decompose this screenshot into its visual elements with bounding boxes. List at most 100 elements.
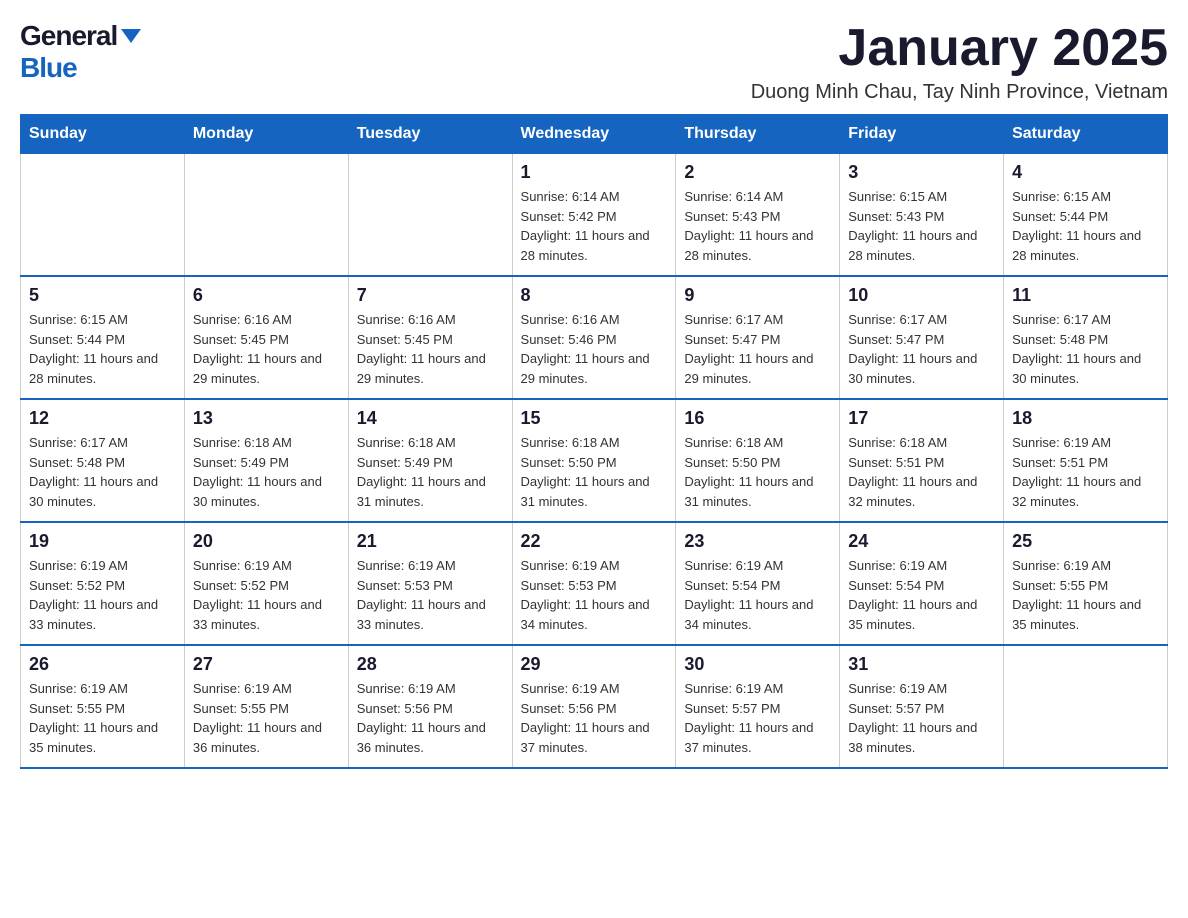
calendar-cell: 17 Sunrise: 6:18 AMSunset: 5:51 PMDayligh… xyxy=(840,399,1004,522)
location-title: Duong Minh Chau, Tay Ninh Province, Viet… xyxy=(751,81,1168,104)
logo-triangle-icon xyxy=(121,29,141,43)
day-number: 20 xyxy=(193,531,340,552)
calendar-cell: 12 Sunrise: 6:17 AMSunset: 5:48 PMDayligh… xyxy=(21,399,185,522)
calendar-cell: 13 Sunrise: 6:18 AMSunset: 5:49 PMDayligh… xyxy=(184,399,348,522)
calendar-cell: 27Sunrise: 6:19 AMSunset: 5:55 PMDayligh… xyxy=(184,645,348,768)
calendar-cell: 23 Sunrise: 6:19 AMSunset: 5:54 PMDayligh… xyxy=(676,522,840,645)
day-info: Sunrise: 6:15 AMSunset: 5:44 PMDaylight:… xyxy=(1012,187,1159,265)
day-number: 10 xyxy=(848,285,995,306)
title-area: January 2025 Duong Minh Chau, Tay Ninh P… xyxy=(751,20,1168,104)
calendar-week-3: 12 Sunrise: 6:17 AMSunset: 5:48 PMDayligh… xyxy=(21,399,1168,522)
day-number: 3 xyxy=(848,162,995,183)
day-number: 24 xyxy=(848,531,995,552)
calendar-cell xyxy=(348,154,512,277)
day-number: 17 xyxy=(848,408,995,429)
day-number: 2 xyxy=(684,162,831,183)
calendar-cell: 2Sunrise: 6:14 AMSunset: 5:43 PMDaylight… xyxy=(676,154,840,277)
day-number: 1 xyxy=(521,162,668,183)
header-tuesday: Tuesday xyxy=(348,115,512,154)
calendar-cell: 8 Sunrise: 6:16 AMSunset: 5:46 PMDaylight… xyxy=(512,276,676,399)
calendar-cell: 24 Sunrise: 6:19 AMSunset: 5:54 PMDayligh… xyxy=(840,522,1004,645)
day-number: 4 xyxy=(1012,162,1159,183)
day-number: 27 xyxy=(193,654,340,675)
day-number: 8 xyxy=(521,285,668,306)
calendar-cell: 30 Sunrise: 6:19 AMSunset: 5:57 PMDayligh… xyxy=(676,645,840,768)
day-number: 5 xyxy=(29,285,176,306)
day-info: Sunrise: 6:16 AMSunset: 5:45 PMDaylight:… xyxy=(193,310,340,388)
calendar-cell: 28 Sunrise: 6:19 AMSunset: 5:56 PMDayligh… xyxy=(348,645,512,768)
day-number: 6 xyxy=(193,285,340,306)
header-sunday: Sunday xyxy=(21,115,185,154)
day-info: Sunrise: 6:17 AMSunset: 5:48 PMDaylight:… xyxy=(29,433,176,511)
header-saturday: Saturday xyxy=(1004,115,1168,154)
calendar-cell: 16 Sunrise: 6:18 AMSunset: 5:50 PMDayligh… xyxy=(676,399,840,522)
calendar-cell: 3 Sunrise: 6:15 AMSunset: 5:43 PMDaylight… xyxy=(840,154,1004,277)
calendar-cell xyxy=(1004,645,1168,768)
calendar-header-row: SundayMondayTuesdayWednesdayThursdayFrid… xyxy=(21,115,1168,154)
day-info: Sunrise: 6:19 AMSunset: 5:52 PMDaylight:… xyxy=(193,556,340,634)
day-info: Sunrise: 6:15 AMSunset: 5:43 PMDaylight:… xyxy=(848,187,995,265)
day-info: Sunrise: 6:19 AMSunset: 5:57 PMDaylight:… xyxy=(848,679,995,757)
day-info: Sunrise: 6:19 AMSunset: 5:57 PMDaylight:… xyxy=(684,679,831,757)
day-info: Sunrise: 6:18 AMSunset: 5:50 PMDaylight:… xyxy=(684,433,831,511)
day-number: 22 xyxy=(521,531,668,552)
day-number: 16 xyxy=(684,408,831,429)
day-info: Sunrise: 6:19 AMSunset: 5:54 PMDaylight:… xyxy=(684,556,831,634)
calendar-cell: 6 Sunrise: 6:16 AMSunset: 5:45 PMDaylight… xyxy=(184,276,348,399)
day-info: Sunrise: 6:18 AMSunset: 5:51 PMDaylight:… xyxy=(848,433,995,511)
day-info: Sunrise: 6:16 AMSunset: 5:46 PMDaylight:… xyxy=(521,310,668,388)
day-number: 13 xyxy=(193,408,340,429)
day-number: 21 xyxy=(357,531,504,552)
day-info: Sunrise: 6:19 AMSunset: 5:51 PMDaylight:… xyxy=(1012,433,1159,511)
day-info: Sunrise: 6:16 AMSunset: 5:45 PMDaylight:… xyxy=(357,310,504,388)
day-number: 31 xyxy=(848,654,995,675)
calendar-cell: 18 Sunrise: 6:19 AMSunset: 5:51 PMDayligh… xyxy=(1004,399,1168,522)
day-info: Sunrise: 6:19 AMSunset: 5:53 PMDaylight:… xyxy=(521,556,668,634)
calendar-cell: 14 Sunrise: 6:18 AMSunset: 5:49 PMDayligh… xyxy=(348,399,512,522)
calendar-cell xyxy=(184,154,348,277)
calendar-table: SundayMondayTuesdayWednesdayThursdayFrid… xyxy=(20,114,1168,769)
calendar-cell: 19 Sunrise: 6:19 AMSunset: 5:52 PMDayligh… xyxy=(21,522,185,645)
day-number: 12 xyxy=(29,408,176,429)
calendar-cell: 20 Sunrise: 6:19 AMSunset: 5:52 PMDayligh… xyxy=(184,522,348,645)
day-number: 28 xyxy=(357,654,504,675)
day-number: 7 xyxy=(357,285,504,306)
day-info: Sunrise: 6:14 AMSunset: 5:42 PMDaylight:… xyxy=(521,187,668,265)
logo-blue-text: Blue xyxy=(20,52,77,84)
day-number: 18 xyxy=(1012,408,1159,429)
day-number: 25 xyxy=(1012,531,1159,552)
calendar-week-2: 5Sunrise: 6:15 AMSunset: 5:44 PMDaylight… xyxy=(21,276,1168,399)
calendar-cell: 1 Sunrise: 6:14 AMSunset: 5:42 PMDaylight… xyxy=(512,154,676,277)
day-info: Sunrise: 6:19 AMSunset: 5:52 PMDaylight:… xyxy=(29,556,176,634)
calendar-cell: 25 Sunrise: 6:19 AMSunset: 5:55 PMDayligh… xyxy=(1004,522,1168,645)
day-number: 19 xyxy=(29,531,176,552)
calendar-cell: 26Sunrise: 6:19 AMSunset: 5:55 PMDayligh… xyxy=(21,645,185,768)
calendar-cell xyxy=(21,154,185,277)
day-info: Sunrise: 6:19 AMSunset: 5:55 PMDaylight:… xyxy=(1012,556,1159,634)
day-info: Sunrise: 6:18 AMSunset: 5:50 PMDaylight:… xyxy=(521,433,668,511)
calendar-week-5: 26Sunrise: 6:19 AMSunset: 5:55 PMDayligh… xyxy=(21,645,1168,768)
day-number: 14 xyxy=(357,408,504,429)
header-friday: Friday xyxy=(840,115,1004,154)
logo-general-text: General xyxy=(20,20,117,52)
logo: General Blue xyxy=(20,20,141,84)
day-number: 15 xyxy=(521,408,668,429)
month-title: January 2025 xyxy=(751,20,1168,77)
day-number: 26 xyxy=(29,654,176,675)
day-info: Sunrise: 6:18 AMSunset: 5:49 PMDaylight:… xyxy=(193,433,340,511)
day-info: Sunrise: 6:19 AMSunset: 5:56 PMDaylight:… xyxy=(521,679,668,757)
day-number: 23 xyxy=(684,531,831,552)
calendar-cell: 4 Sunrise: 6:15 AMSunset: 5:44 PMDaylight… xyxy=(1004,154,1168,277)
day-info: Sunrise: 6:18 AMSunset: 5:49 PMDaylight:… xyxy=(357,433,504,511)
day-info: Sunrise: 6:19 AMSunset: 5:56 PMDaylight:… xyxy=(357,679,504,757)
header: General Blue January 2025 Duong Minh Cha… xyxy=(20,20,1168,104)
header-wednesday: Wednesday xyxy=(512,115,676,154)
day-info: Sunrise: 6:19 AMSunset: 5:54 PMDaylight:… xyxy=(848,556,995,634)
calendar-week-1: 1 Sunrise: 6:14 AMSunset: 5:42 PMDaylight… xyxy=(21,154,1168,277)
calendar-week-4: 19 Sunrise: 6:19 AMSunset: 5:52 PMDayligh… xyxy=(21,522,1168,645)
calendar-cell: 29 Sunrise: 6:19 AMSunset: 5:56 PMDayligh… xyxy=(512,645,676,768)
calendar-cell: 15 Sunrise: 6:18 AMSunset: 5:50 PMDayligh… xyxy=(512,399,676,522)
day-number: 29 xyxy=(521,654,668,675)
day-number: 30 xyxy=(684,654,831,675)
calendar-cell: 5Sunrise: 6:15 AMSunset: 5:44 PMDaylight… xyxy=(21,276,185,399)
